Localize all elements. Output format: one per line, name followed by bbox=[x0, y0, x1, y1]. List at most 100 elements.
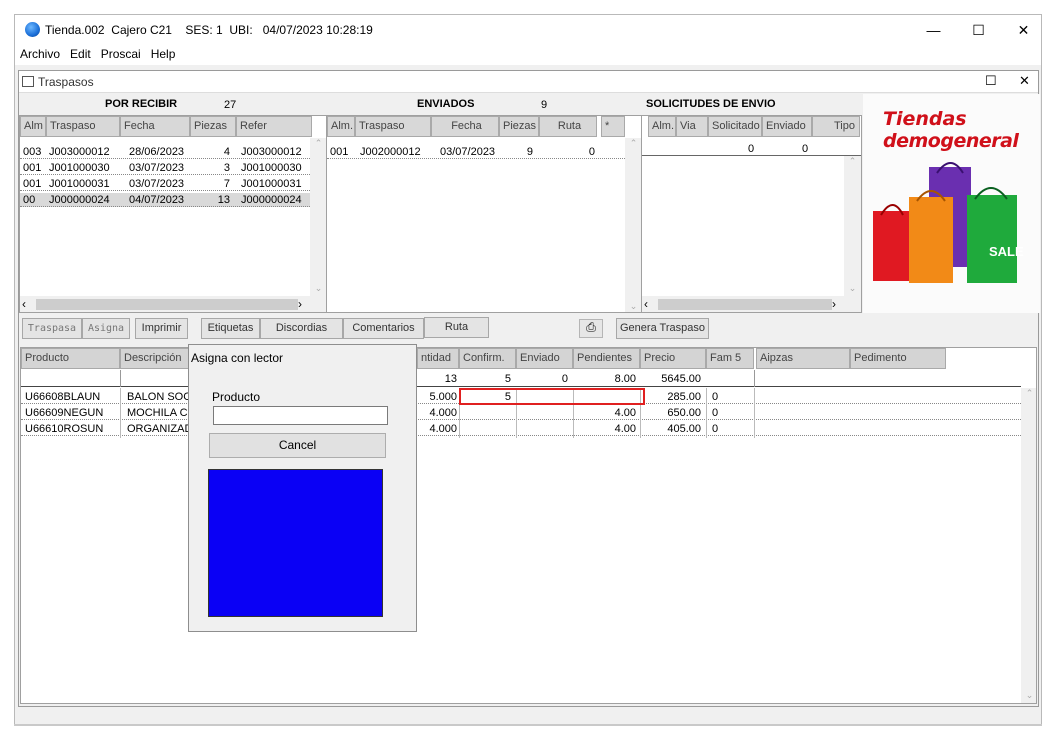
title-session: SES: 1 bbox=[185, 23, 223, 37]
enviados-count: 9 bbox=[541, 99, 548, 111]
col-fecha[interactable]: Fecha bbox=[431, 116, 499, 137]
cancel-button[interactable]: Cancel bbox=[209, 433, 386, 458]
menu-edit[interactable]: Edit bbox=[65, 45, 96, 61]
col-producto[interactable]: Producto bbox=[21, 348, 120, 369]
sub-maximize-button[interactable]: ☐ bbox=[985, 73, 997, 89]
traspasos-window: Traspasos ☐ ✕ POR RECIBIR 27 Alm Traspas… bbox=[18, 70, 1040, 707]
col-pedimento[interactable]: Pedimento bbox=[850, 348, 946, 369]
table-row-selected[interactable]: 00 J000000024 04/07/2023 13 J000000024 bbox=[20, 193, 310, 207]
scanner-preview bbox=[208, 469, 383, 617]
col-alm[interactable]: Alm bbox=[20, 116, 46, 137]
shopping-bags-icon bbox=[873, 162, 1017, 283]
cell-ruta: 0 bbox=[588, 146, 595, 158]
printer-icon[interactable]: ⎙ bbox=[579, 319, 603, 338]
menu-proscai[interactable]: Proscai bbox=[96, 45, 146, 61]
scroll-right-icon[interactable]: › bbox=[832, 297, 836, 311]
col-star[interactable]: * bbox=[601, 116, 625, 137]
scroll-thumb[interactable] bbox=[36, 299, 298, 310]
cell-traspaso: J001000030 bbox=[49, 162, 110, 174]
col-piezas[interactable]: Piezas bbox=[499, 116, 539, 137]
asigna-button[interactable]: Asigna bbox=[82, 318, 130, 339]
edit-cell-highlight[interactable] bbox=[459, 388, 645, 405]
col-refer[interactable]: Refer bbox=[236, 116, 312, 137]
app-globe-icon bbox=[25, 22, 40, 37]
traspasa-button[interactable]: Traspasa bbox=[22, 318, 82, 339]
ruta-button[interactable]: Ruta bbox=[424, 317, 489, 338]
col-traspaso[interactable]: Traspaso bbox=[46, 116, 120, 137]
col-via[interactable]: Via bbox=[676, 116, 708, 137]
col-alm[interactable]: Alm. bbox=[648, 116, 676, 137]
total-cantidad: 13 bbox=[444, 373, 457, 385]
scroll-left-icon[interactable]: ‹ bbox=[644, 297, 648, 311]
table-row[interactable]: U66610ROSUN ORGANIZAD 4.000 4.00 405.00 … bbox=[21, 422, 1021, 436]
bottom-border bbox=[14, 724, 1042, 726]
cell-piezas: 4 bbox=[223, 146, 230, 158]
promo-sale: SALE bbox=[989, 244, 1024, 259]
cell-refer: J003000012 bbox=[241, 146, 302, 158]
promo-line1: Tiendas bbox=[883, 108, 967, 130]
col-aipzas[interactable]: Aipzas bbox=[756, 348, 850, 369]
table-row[interactable]: U66609NEGUN MOCHILA CL 4.000 4.00 650.00… bbox=[21, 406, 1021, 420]
table-row[interactable]: 001 J002000012 03/07/2023 9 0 bbox=[327, 145, 625, 159]
col-precio[interactable]: Precio bbox=[640, 348, 706, 369]
table-row[interactable]: 003 J003000012 28/06/2023 4 J003000012 bbox=[20, 145, 310, 159]
por-recibir-title: POR RECIBIR bbox=[105, 98, 178, 110]
cell-traspaso: J003000012 bbox=[49, 146, 110, 158]
table-row[interactable]: 001 J001000031 03/07/2023 7 J001000031 bbox=[20, 177, 310, 191]
producto-label: Producto bbox=[212, 390, 261, 404]
comentarios-button[interactable]: Comentarios bbox=[343, 318, 424, 339]
cell-producto: U66608BLAUN bbox=[25, 391, 101, 403]
col-traspaso[interactable]: Traspaso bbox=[355, 116, 431, 137]
cell-alm: 001 bbox=[23, 178, 42, 190]
cell-alm: 003 bbox=[23, 146, 42, 158]
scroll-left-icon[interactable]: ‹ bbox=[22, 297, 26, 311]
table-row[interactable]: 001 J001000030 03/07/2023 3 J001000030 bbox=[20, 161, 310, 175]
cell-producto: U66609NEGUN bbox=[25, 407, 104, 419]
minimize-button[interactable]: — bbox=[911, 15, 956, 45]
vertical-scrollbar[interactable]: ⌃ ⌄ bbox=[844, 156, 861, 296]
cell-alm: 001 bbox=[23, 162, 42, 174]
col-cantidad[interactable]: ntidad bbox=[417, 348, 459, 369]
col-pendientes[interactable]: Pendientes bbox=[573, 348, 640, 369]
scroll-right-icon[interactable]: › bbox=[298, 297, 302, 311]
menu-help[interactable]: Help bbox=[146, 45, 181, 61]
col-alm[interactable]: Alm. bbox=[327, 116, 355, 137]
sub-close-button[interactable]: ✕ bbox=[1019, 73, 1030, 89]
title-datetime: 04/07/2023 10:28:19 bbox=[262, 23, 373, 37]
por-recibir-table[interactable]: Alm Traspaso Fecha Piezas Refer 003 J003… bbox=[19, 115, 327, 313]
col-tipo[interactable]: Tipo bbox=[812, 116, 860, 137]
cell-precio: 650.00 bbox=[667, 407, 701, 419]
cell-precio: 405.00 bbox=[667, 423, 701, 435]
solicitudes-title: SOLICITUDES DE ENVIO bbox=[646, 98, 776, 110]
title-store: Tienda.002 bbox=[45, 23, 105, 37]
genera-traspaso-button[interactable]: Genera Traspaso bbox=[616, 318, 709, 339]
discordias-button[interactable]: Discordias bbox=[260, 318, 343, 339]
scroll-thumb[interactable] bbox=[658, 299, 832, 310]
vertical-scrollbar[interactable]: ⌃ ⌄ bbox=[625, 138, 641, 312]
solicitudes-table[interactable]: Alm. Via Solicitado Enviado Tipo 0 0 ⌃ ⌄… bbox=[641, 115, 862, 313]
col-fecha[interactable]: Fecha bbox=[120, 116, 190, 137]
cell-piezas: 3 bbox=[223, 162, 230, 174]
vertical-scrollbar[interactable]: ⌃ ⌄ bbox=[1021, 388, 1036, 703]
title-cashier: Cajero C21 bbox=[111, 23, 172, 37]
total-enviado: 0 bbox=[561, 373, 568, 385]
col-enviado[interactable]: Enviado bbox=[516, 348, 573, 369]
menu-archivo[interactable]: Archivo bbox=[15, 45, 65, 61]
enviados-table[interactable]: Alm. Traspaso Fecha Piezas Ruta * 001 J0… bbox=[326, 115, 642, 313]
maximize-button[interactable]: ☐ bbox=[956, 15, 1001, 45]
menu-bar: Archivo Edit Proscai Help bbox=[15, 45, 1041, 65]
col-piezas[interactable]: Piezas bbox=[190, 116, 236, 137]
imprimir-button[interactable]: Imprimir bbox=[135, 318, 188, 339]
producto-input[interactable] bbox=[213, 406, 388, 425]
col-fam5[interactable]: Fam 5 bbox=[706, 348, 754, 369]
etiquetas-button[interactable]: Etiquetas bbox=[201, 318, 260, 339]
horizontal-scrollbar[interactable]: ‹ › bbox=[642, 296, 861, 312]
close-button[interactable]: ✕ bbox=[1001, 15, 1046, 45]
vertical-scrollbar[interactable]: ⌃ ⌄ bbox=[310, 138, 326, 296]
col-confirm[interactable]: Confirm. bbox=[459, 348, 516, 369]
col-enviado[interactable]: Enviado bbox=[762, 116, 812, 137]
col-solicitado[interactable]: Solicitado bbox=[708, 116, 762, 137]
horizontal-scrollbar[interactable]: ‹ › bbox=[20, 296, 326, 312]
detail-table[interactable]: Producto Descripción ntidad Confirm. Env… bbox=[20, 347, 1037, 704]
col-ruta[interactable]: Ruta bbox=[539, 116, 597, 137]
